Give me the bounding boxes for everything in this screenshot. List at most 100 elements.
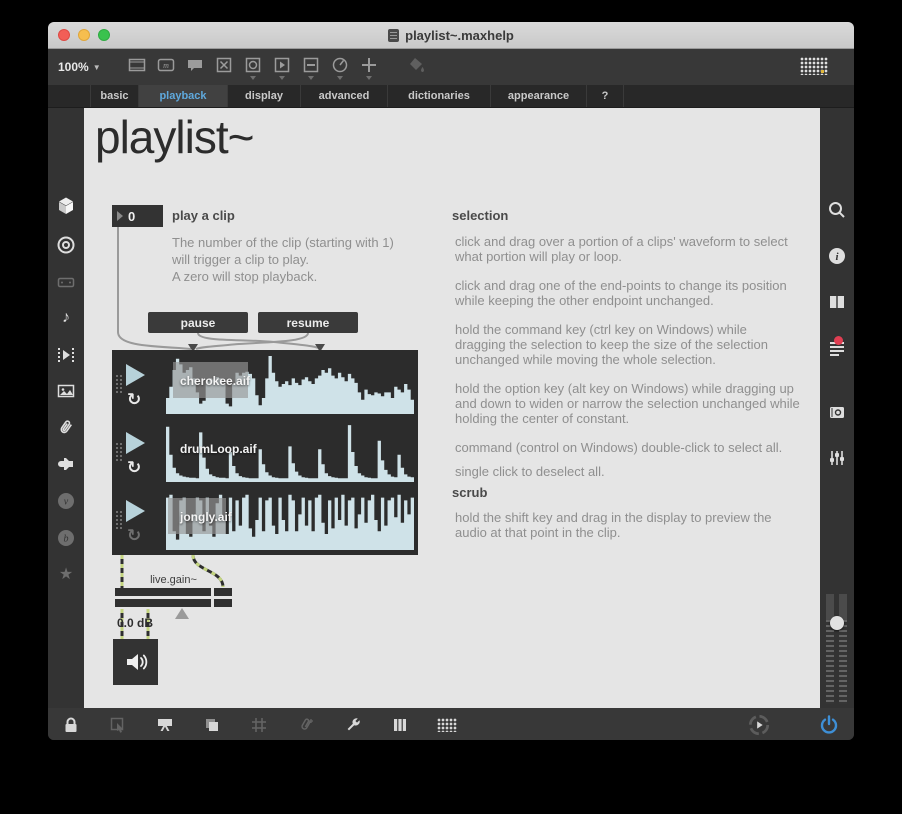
- drag-handle-icon[interactable]: [115, 510, 124, 530]
- brand-b-icon[interactable]: b: [48, 528, 84, 548]
- presentation-icon[interactable]: [154, 714, 176, 736]
- drag-handle-icon[interactable]: [115, 374, 124, 394]
- clip-name: jongly.aif: [180, 510, 232, 524]
- button-icon[interactable]: [243, 55, 263, 80]
- target-circles-icon[interactable]: [48, 235, 84, 255]
- play-clip-icon[interactable]: [126, 432, 145, 454]
- volume-slider-knob[interactable]: [830, 616, 844, 630]
- volume-meter-left: [826, 594, 834, 704]
- star-icon[interactable]: ★: [48, 565, 84, 585]
- tab-appearance[interactable]: appearance: [491, 85, 587, 107]
- bottom-toolbar: [48, 708, 854, 740]
- key-matrix-icon[interactable]: [436, 714, 458, 736]
- message-box-icon[interactable]: m: [156, 55, 176, 79]
- scrub-heading: scrub: [452, 485, 488, 500]
- numbox-triangle-icon: [117, 211, 123, 221]
- loop-icon[interactable]: ↻: [127, 458, 141, 478]
- paperclip-icon[interactable]: [48, 417, 84, 437]
- loop-icon[interactable]: ↻: [127, 526, 141, 546]
- svg-text:v: v: [64, 497, 69, 508]
- selection-heading: selection: [452, 208, 509, 223]
- volume-meter-right: [839, 594, 847, 704]
- comment-icon[interactable]: [185, 55, 205, 79]
- play-section-heading: play a clip: [172, 208, 235, 223]
- layers-icon[interactable]: [201, 714, 223, 736]
- music-note-icon[interactable]: ♪: [48, 308, 84, 328]
- svg-text:m: m: [163, 61, 169, 70]
- gain-slider-thumb[interactable]: [175, 608, 189, 619]
- tab-display[interactable]: display: [228, 85, 301, 107]
- package-cube-icon[interactable]: [48, 196, 84, 216]
- tab-help[interactable]: ?: [587, 85, 624, 107]
- tab-playback[interactable]: playback: [139, 85, 228, 107]
- clip-number-box[interactable]: 0: [112, 205, 163, 227]
- chevron-down-icon: [249, 76, 256, 80]
- clip-row-cherokee[interactable]: ↻ cherokee.aif: [112, 350, 418, 418]
- tab-basic[interactable]: basic: [90, 85, 139, 107]
- resume-button[interactable]: resume: [258, 312, 358, 333]
- document-icon: [388, 28, 400, 42]
- grid-icon[interactable]: [248, 714, 270, 736]
- titlebar: playlist~.maxhelp: [48, 22, 854, 49]
- notification-badge: [834, 336, 843, 345]
- playbar-icon[interactable]: [272, 55, 292, 80]
- pause-button[interactable]: pause: [148, 312, 248, 333]
- clip-name: drumLoop.aif: [180, 442, 257, 456]
- loop-icon[interactable]: ↻: [127, 390, 141, 410]
- slider-icon[interactable]: [301, 55, 321, 80]
- clip-add-icon[interactable]: [295, 714, 317, 736]
- play-clip-icon[interactable]: [126, 364, 145, 386]
- speaker-icon: [126, 654, 147, 670]
- chevron-down-icon: [278, 76, 285, 80]
- snapshot-camera-icon[interactable]: [820, 402, 854, 422]
- tab-dictionaries[interactable]: dictionaries: [388, 85, 491, 107]
- zoom-level: 100%: [58, 60, 89, 74]
- chevron-down-icon: ▼: [92, 62, 101, 72]
- gain-db-readout: 0.0 dB: [117, 616, 154, 630]
- reference-book-icon[interactable]: [820, 292, 854, 312]
- svg-text:b: b: [64, 534, 69, 545]
- playlist-object[interactable]: ↻ cherokee.aif ↻ drumLoop.aif ↻ jongly.a…: [112, 350, 418, 555]
- vimeo-icon[interactable]: v: [48, 491, 84, 511]
- add-object-icon[interactable]: [359, 55, 379, 80]
- power-plug-icon[interactable]: [48, 454, 84, 474]
- hardware-amp-icon[interactable]: [48, 272, 84, 292]
- scrub-help-text: hold the shift key and drag in the displ…: [455, 510, 772, 540]
- drag-handle-icon[interactable]: [115, 442, 124, 462]
- chevron-down-icon: [365, 76, 372, 80]
- top-toolbar: 100% ▼ m: [48, 49, 854, 85]
- window-title: playlist~.maxhelp: [405, 27, 514, 43]
- video-clip-icon[interactable]: [48, 345, 84, 365]
- piano-keys-icon[interactable]: [389, 714, 411, 736]
- search-icon[interactable]: [820, 200, 854, 220]
- toggle-icon[interactable]: [214, 55, 234, 79]
- clip-row-drumloop[interactable]: ↻ drumLoop.aif: [112, 418, 418, 486]
- play-clip-icon[interactable]: [126, 500, 145, 522]
- object-palette-icon[interactable]: [800, 57, 828, 75]
- numbox-value: 0: [128, 208, 136, 224]
- patcher-canvas[interactable]: playlist~ 0 play a clip The number of th…: [84, 108, 820, 708]
- run-patcher-icon[interactable]: [748, 714, 770, 736]
- zoom-dropdown[interactable]: 100% ▼: [58, 60, 101, 74]
- selection-help-text: click and drag over a portion of a clips…: [455, 234, 800, 479]
- lock-icon[interactable]: [60, 714, 82, 736]
- right-sidebar: i: [820, 108, 854, 708]
- audio-power-icon[interactable]: [818, 714, 840, 736]
- play-section-body: The number of the clip (starting with 1)…: [172, 235, 394, 284]
- chevron-down-icon: [307, 76, 314, 80]
- wrench-icon[interactable]: [342, 714, 364, 736]
- dial-icon[interactable]: [330, 55, 350, 80]
- audio-output-toggle[interactable]: [113, 639, 158, 685]
- gain-slider[interactable]: [115, 588, 232, 607]
- clip-row-jongly[interactable]: ↻ jongly.aif: [112, 486, 418, 554]
- page-title: playlist~: [95, 111, 254, 163]
- info-icon[interactable]: i: [820, 246, 854, 266]
- picture-icon[interactable]: [48, 381, 84, 401]
- help-tabs: basic playback display advanced dictiona…: [48, 85, 854, 108]
- tab-advanced[interactable]: advanced: [301, 85, 388, 107]
- object-box-icon[interactable]: [127, 55, 147, 79]
- filters-icon[interactable]: [820, 448, 854, 468]
- paint-bucket-icon[interactable]: [406, 55, 426, 79]
- select-arrow-icon[interactable]: [107, 714, 129, 736]
- console-list-icon[interactable]: [820, 336, 854, 358]
